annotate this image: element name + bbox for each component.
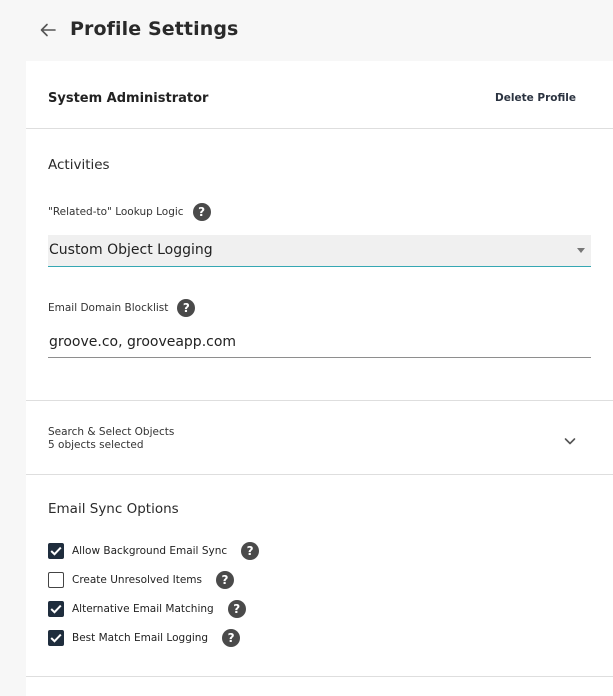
lookup-logic-label: "Related-to" Lookup Logic ? <box>48 203 211 221</box>
page-title: Profile Settings <box>70 18 239 40</box>
delete-profile-button[interactable]: Delete Profile <box>495 92 576 104</box>
blocklist-label-text: Email Domain Blocklist <box>48 302 169 314</box>
lookup-logic-value: Custom Object Logging <box>49 242 213 258</box>
checkmark-icon <box>50 604 62 614</box>
checkbox-checked[interactable] <box>48 601 64 617</box>
lookup-logic-label-text: "Related-to" Lookup Logic <box>48 206 184 218</box>
help-icon[interactable]: ? <box>241 542 260 560</box>
checkmark-icon <box>50 633 62 643</box>
checkmark-icon <box>50 546 62 556</box>
search-select-objects-accordion[interactable]: Search & Select Objects 5 objects select… <box>26 401 613 474</box>
activities-section-title: Activities <box>48 157 110 173</box>
divider <box>26 474 613 475</box>
option-label: Create Unresolved Items <box>72 574 202 586</box>
option-label: Best Match Email Logging <box>72 632 209 644</box>
email-sync-section-title: Email Sync Options <box>48 501 179 517</box>
help-icon[interactable]: ? <box>222 629 241 647</box>
blocklist-label: Email Domain Blocklist ? <box>48 299 196 317</box>
search-select-title: Search & Select Objects <box>48 426 175 438</box>
checkbox-unchecked[interactable] <box>48 572 64 588</box>
profile-settings-card: System Administrator Delete Profile Acti… <box>26 61 613 696</box>
help-icon[interactable]: ? <box>215 571 234 589</box>
help-icon[interactable]: ? <box>192 203 211 221</box>
chevron-down-icon[interactable] <box>564 431 576 445</box>
best-match-email-logging-option[interactable]: Best Match Email Logging ? <box>48 628 241 648</box>
page-header: Profile Settings <box>0 0 613 60</box>
alternative-email-matching-option[interactable]: Alternative Email Matching ? <box>48 599 246 619</box>
checkbox-checked[interactable] <box>48 630 64 646</box>
profile-name: System Administrator <box>48 91 209 106</box>
option-label: Alternative Email Matching <box>72 603 214 615</box>
divider <box>26 128 613 129</box>
email-domain-blocklist-input[interactable] <box>48 331 591 358</box>
dropdown-caret-icon <box>577 248 585 253</box>
lookup-logic-select[interactable]: Custom Object Logging <box>48 235 591 267</box>
back-arrow-icon[interactable] <box>38 17 58 43</box>
help-icon[interactable]: ? <box>227 600 246 618</box>
allow-background-email-sync-option[interactable]: Allow Background Email Sync ? <box>48 541 260 561</box>
option-label: Allow Background Email Sync <box>72 545 228 557</box>
divider <box>26 676 613 677</box>
create-unresolved-items-option[interactable]: Create Unresolved Items ? <box>48 570 234 590</box>
checkbox-checked[interactable] <box>48 543 64 559</box>
help-icon[interactable]: ? <box>177 299 196 317</box>
objects-selected-count: 5 objects selected <box>48 439 144 451</box>
